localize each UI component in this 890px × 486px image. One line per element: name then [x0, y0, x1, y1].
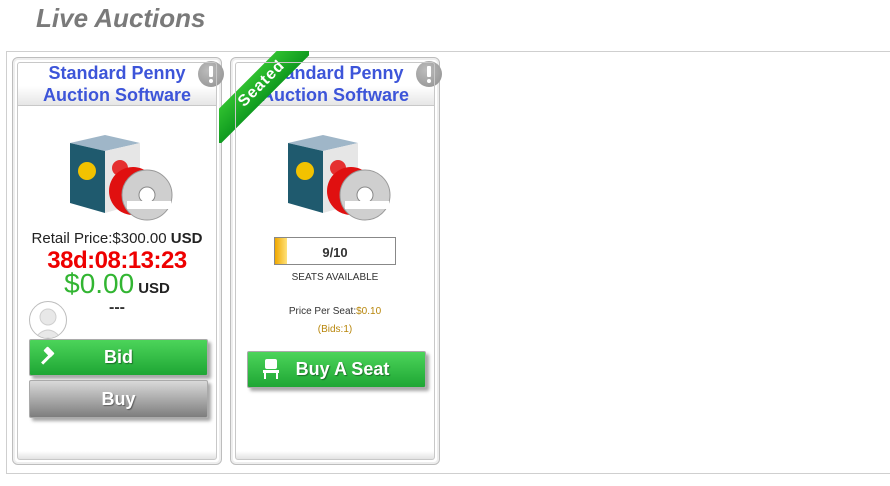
seats-progress-bar: 9/10 — [274, 237, 396, 265]
buy-button[interactable]: Buy — [29, 380, 208, 418]
price-amount: $0.00 — [64, 268, 135, 299]
price-per-seat-value: $0.10 — [356, 306, 382, 317]
bids-count: (Bids:1) — [317, 324, 353, 335]
price-currency: USD — [138, 280, 170, 297]
seats-available-label: SEATS AVAILABLE — [291, 272, 379, 283]
buy-seat-button[interactable]: Buy A Seat — [247, 351, 426, 388]
retail-value: $300.00 — [112, 230, 167, 247]
retail-label: Retail Price: — [31, 230, 113, 247]
retail-price: Retail Price:$300.00 USD — [13, 230, 221, 247]
auction-title[interactable]: Standard Penny Auction Software — [32, 62, 202, 106]
card-footer — [236, 451, 434, 459]
product-box-image — [288, 135, 391, 221]
price-per-seat: Price Per Seat:$0.10 — [231, 306, 439, 317]
retail-currency: USD — [170, 230, 203, 247]
ribbon-label: Seated — [219, 51, 309, 143]
gavel-icon — [41, 346, 55, 365]
last-bidder: --- — [109, 299, 125, 316]
price-per-seat-label: Price Per Seat: — [288, 306, 357, 317]
auction-card: Standard Penny Auction Software Seated 9… — [219, 51, 442, 465]
seated-ribbon: Seated — [219, 51, 309, 143]
chair-icon — [263, 359, 279, 379]
buy-seat-label: Buy A Seat — [295, 359, 390, 379]
bid-button[interactable]: Bid — [29, 339, 208, 376]
auction-title-link[interactable]: Standard Penny Auction Software — [13, 62, 221, 106]
product-box-image — [70, 135, 173, 221]
auction-card: Standard Penny Auction Software Retail P… — [12, 57, 224, 465]
current-price: $0.00 USD — [13, 268, 221, 300]
buy-label: Buy — [101, 389, 136, 409]
page-title: Live Auctions — [36, 3, 206, 33]
seats-progress-text: 9/10 — [322, 245, 348, 260]
card-footer — [18, 451, 216, 459]
bid-label: Bid — [104, 347, 133, 367]
exclamation-icon[interactable] — [416, 61, 442, 87]
